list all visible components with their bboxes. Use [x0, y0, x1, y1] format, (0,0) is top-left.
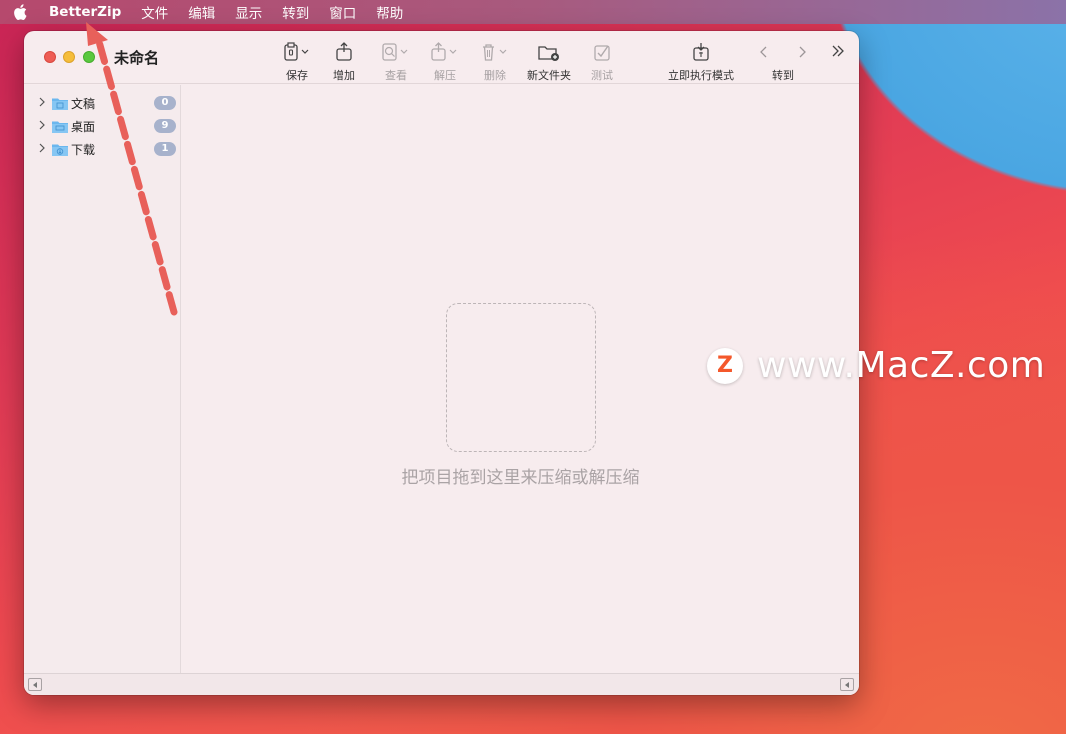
menu-file[interactable]: 文件 [141, 2, 168, 22]
toolbar-overflow-icon[interactable] [830, 43, 846, 63]
delete-button[interactable]: 删除 [480, 41, 510, 83]
zoom-button[interactable] [83, 51, 95, 63]
sidebar-item-desktop[interactable]: 桌面 9 [38, 117, 176, 135]
status-bar [24, 673, 859, 695]
menu-go[interactable]: 转到 [282, 2, 309, 22]
forward-arrow-icon[interactable] [795, 44, 809, 60]
new-folder-button[interactable]: 新文件夹 [527, 41, 571, 83]
macz-logo-icon: Z [707, 347, 743, 384]
chevron-right-icon[interactable] [38, 143, 48, 156]
chevron-right-icon[interactable] [38, 97, 48, 110]
menu-bar: BetterZip 文件 编辑 显示 转到 窗口 帮助 [0, 0, 1066, 24]
test-button[interactable]: 测试 [591, 41, 613, 83]
menu-view[interactable]: 显示 [235, 2, 262, 22]
view-label: 查看 [385, 69, 407, 82]
add-label: 增加 [333, 69, 355, 82]
delete-label: 删除 [484, 69, 506, 82]
menu-help[interactable]: 帮助 [376, 2, 403, 22]
sidebar-item-label: 文稿 [71, 96, 96, 111]
close-button[interactable] [44, 51, 56, 63]
count-badge: 9 [154, 119, 176, 133]
count-badge: 1 [154, 142, 176, 156]
test-label: 测试 [591, 69, 613, 82]
drop-zone[interactable] [446, 303, 596, 452]
window-title: 未命名 [114, 49, 160, 67]
sidebar-item-documents[interactable]: 文稿 0 [38, 94, 176, 112]
instant-mode-button[interactable]: 立即执行模式 [668, 41, 734, 83]
collapse-right-icon[interactable] [840, 678, 854, 691]
watermark: Z www.MacZ.com [707, 345, 1045, 386]
sidebar-item-downloads[interactable]: 下载 1 [38, 140, 176, 158]
menu-app-betterzip[interactable]: BetterZip [49, 4, 121, 20]
sidebar-item-label: 桌面 [71, 119, 96, 134]
sidebar: 文稿 0 桌面 9 下载 1 [24, 85, 181, 673]
minimize-button[interactable] [63, 51, 75, 63]
goto-label: 转到 [772, 69, 794, 82]
downloads-folder-icon [52, 143, 68, 156]
save-label: 保存 [286, 69, 308, 82]
new-folder-label: 新文件夹 [527, 69, 571, 82]
sidebar-item-label: 下载 [71, 142, 96, 157]
menu-window[interactable]: 窗口 [329, 2, 356, 22]
save-button[interactable]: 保存 [282, 41, 312, 83]
title-bar: 未命名 保存 增加 查看 解压 删除 新文件夹 测试 立即执行模式 转到 [24, 31, 859, 84]
trash-icon [480, 41, 510, 63]
save-archive-icon [282, 41, 312, 63]
add-icon [334, 41, 354, 63]
new-folder-icon [537, 41, 561, 63]
watermark-text: www.MacZ.com [757, 345, 1046, 386]
view-button[interactable]: 查看 [381, 41, 411, 83]
add-button[interactable]: 增加 [333, 41, 355, 83]
extract-icon [430, 41, 460, 63]
test-checkbox-icon [592, 41, 612, 63]
count-badge: 0 [154, 96, 176, 110]
back-arrow-icon[interactable] [757, 44, 771, 60]
chevron-right-icon[interactable] [38, 120, 48, 133]
apple-menu-icon[interactable] [13, 4, 29, 20]
instant-mode-icon [691, 41, 711, 63]
desktop-folder-icon [52, 120, 68, 133]
collapse-left-icon[interactable] [28, 678, 42, 691]
quicklook-icon [381, 41, 411, 63]
extract-label: 解压 [434, 69, 456, 82]
drop-hint: 把项目拖到这里来压缩或解压缩 [401, 468, 640, 488]
menu-edit[interactable]: 编辑 [188, 2, 215, 22]
documents-folder-icon [52, 97, 68, 110]
instant-mode-label: 立即执行模式 [668, 69, 734, 82]
goto-nav[interactable]: 转到 [757, 41, 809, 83]
extract-button[interactable]: 解压 [430, 41, 460, 83]
